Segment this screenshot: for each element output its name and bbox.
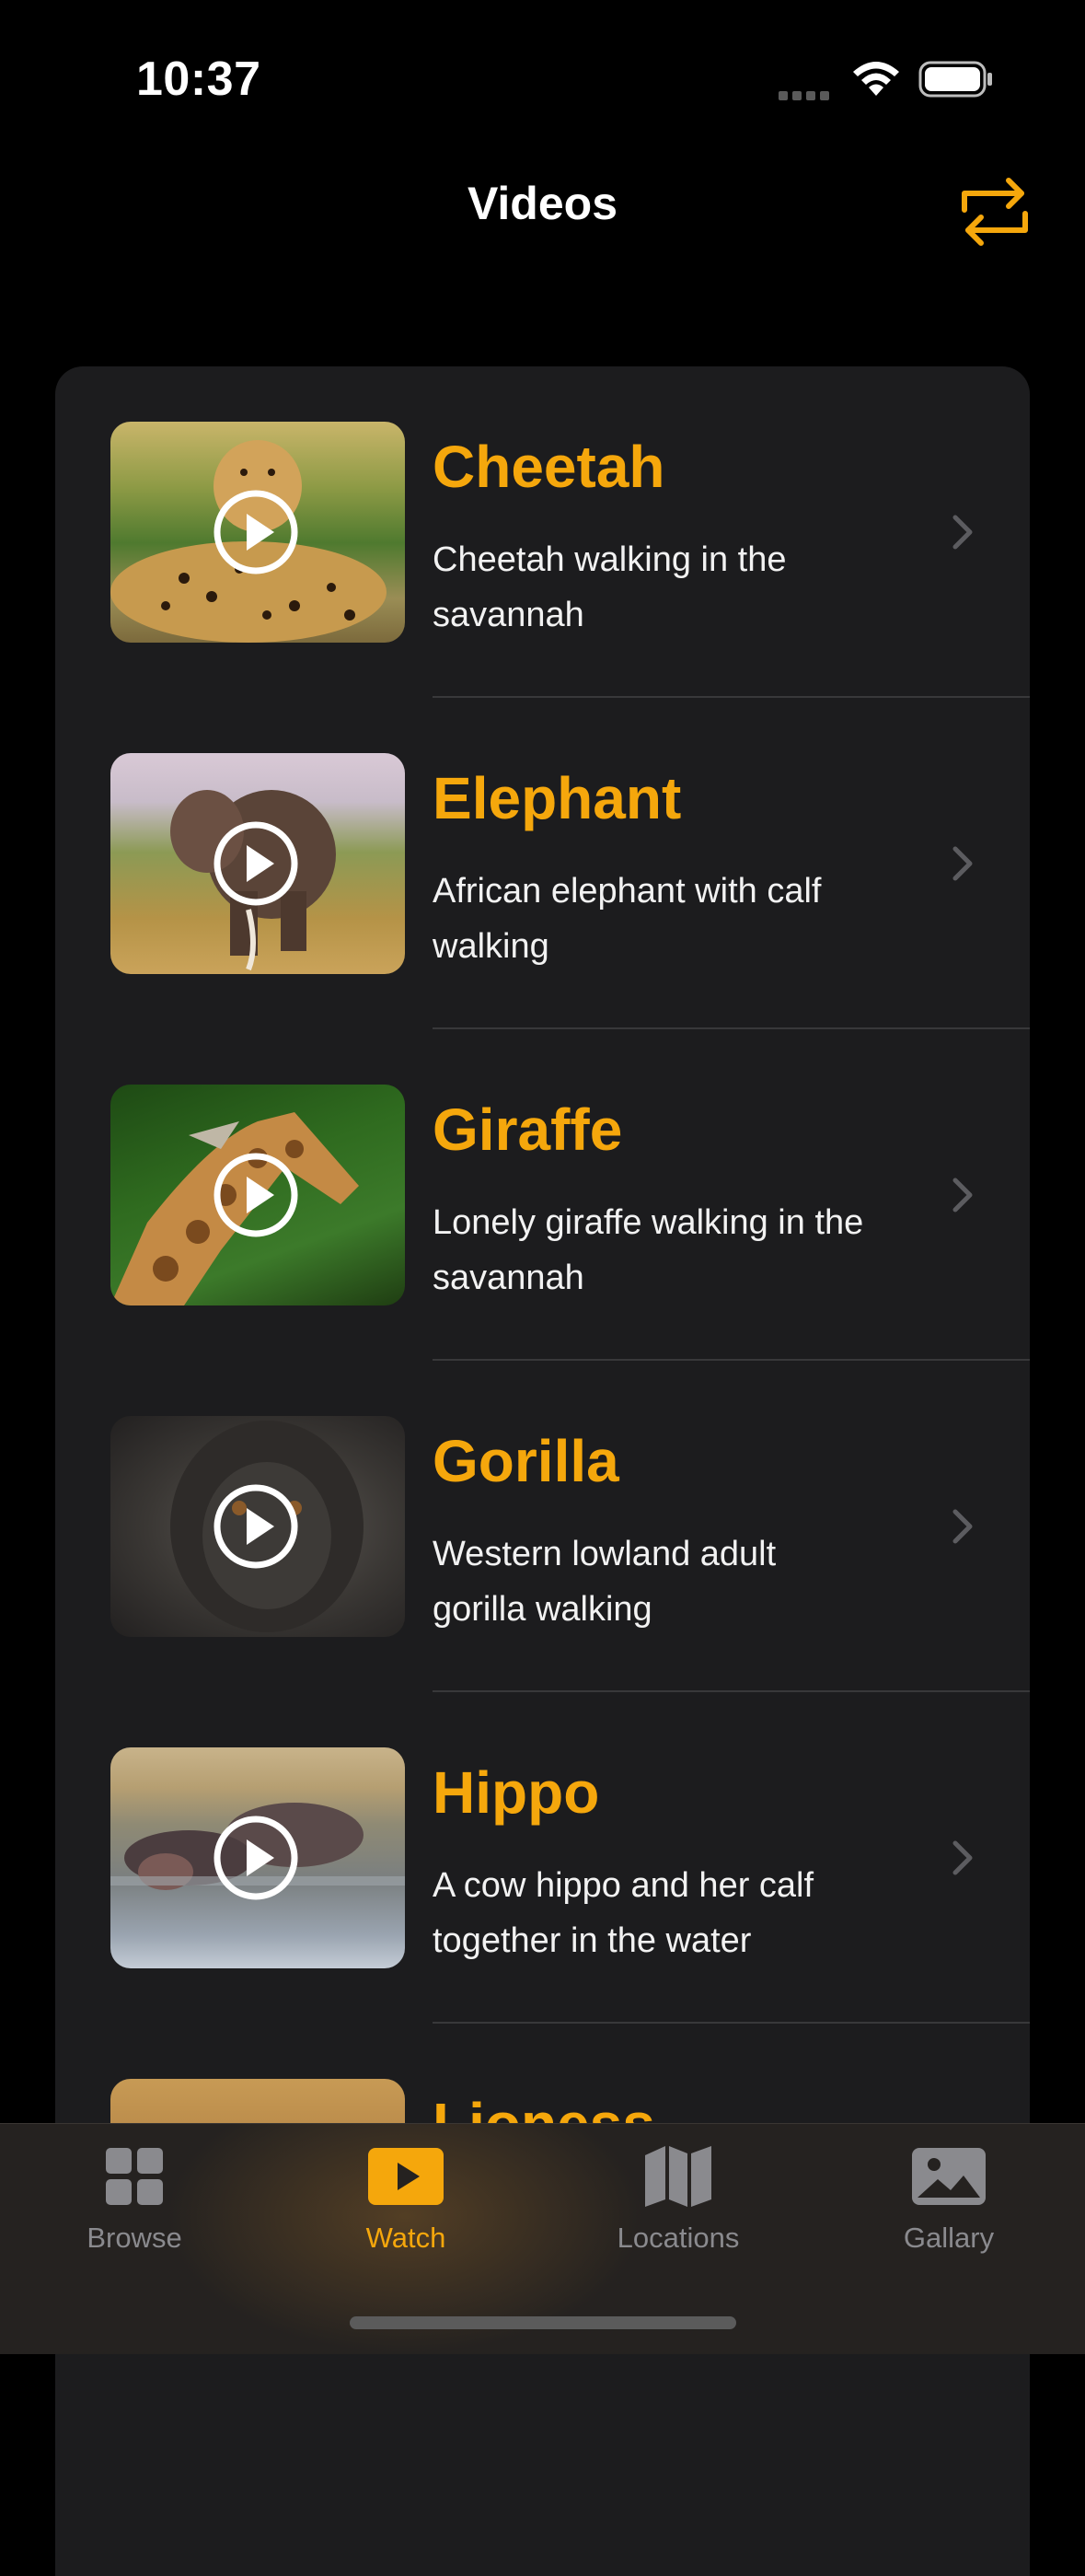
video-description: African elephant with calf walking: [433, 872, 822, 966]
video-row-gorilla[interactable]: Gorilla Western lowland adult gorilla wa…: [55, 1361, 1030, 1692]
play-icon[interactable]: [212, 1814, 300, 1902]
video-thumbnail[interactable]: [110, 1416, 405, 1637]
play-icon[interactable]: [212, 1482, 300, 1571]
chevron-right-icon: [952, 1178, 973, 1213]
video-title: Hippo: [433, 1759, 600, 1826]
video-row-giraffe[interactable]: Giraffe Lonely giraffe walking in the sa…: [55, 1029, 1030, 1361]
video-title: Cheetah: [433, 434, 665, 500]
wifi-icon: [853, 62, 899, 96]
tab-label: Locations: [617, 2222, 740, 2254]
battery-icon: [918, 61, 992, 98]
status-time: 10:37: [136, 52, 261, 106]
video-title: Giraffe: [433, 1097, 623, 1163]
tab-browse[interactable]: Browse: [24, 2144, 245, 2301]
play-icon[interactable]: [212, 1151, 300, 1239]
video-title: Gorilla: [433, 1428, 619, 1494]
chevron-right-icon: [952, 1509, 973, 1544]
tab-gallary[interactable]: Gallary: [838, 2144, 1059, 2301]
video-description: Cheetah walking in the savannah: [433, 540, 787, 634]
play-rectangle-icon: [368, 2148, 444, 2205]
video-thumbnail[interactable]: [110, 753, 405, 974]
chevron-right-icon: [952, 846, 973, 881]
video-row-cheetah[interactable]: Cheetah Cheetah walking in the savannah: [55, 366, 1030, 698]
status-bar: 10:37: [0, 0, 1085, 157]
tab-locations[interactable]: Locations: [568, 2144, 789, 2301]
chevron-right-icon: [952, 1840, 973, 1875]
home-indicator[interactable]: [350, 2316, 736, 2329]
tab-label: Gallary: [903, 2222, 995, 2254]
page-title: Videos: [467, 178, 618, 229]
play-icon[interactable]: [212, 488, 300, 576]
video-row-hippo[interactable]: Hippo A cow hippo and her calf together …: [55, 1692, 1030, 2024]
tab-label: Watch: [365, 2222, 446, 2254]
refresh-icon[interactable]: [955, 175, 1034, 249]
map-icon: [645, 2146, 711, 2207]
video-row-elephant[interactable]: Elephant African elephant with calf walk…: [55, 698, 1030, 1029]
tab-label: Browse: [87, 2222, 182, 2254]
tab-watch[interactable]: Watch: [295, 2144, 516, 2301]
video-thumbnail[interactable]: [110, 422, 405, 643]
video-description: Lonely giraffe walking in the savannah: [433, 1203, 864, 1297]
video-description: A cow hippo and her calf together in the…: [433, 1866, 814, 1960]
play-icon[interactable]: [212, 819, 300, 908]
chevron-right-icon: [952, 515, 973, 550]
video-thumbnail[interactable]: [110, 1747, 405, 1968]
video-title: Elephant: [433, 765, 682, 831]
cellular-signal-icon: [779, 88, 834, 100]
photo-icon: [912, 2148, 986, 2205]
video-description: Western lowland adult gorilla walking: [433, 1535, 777, 1629]
video-thumbnail[interactable]: [110, 1085, 405, 1305]
grid-icon: [106, 2148, 163, 2205]
